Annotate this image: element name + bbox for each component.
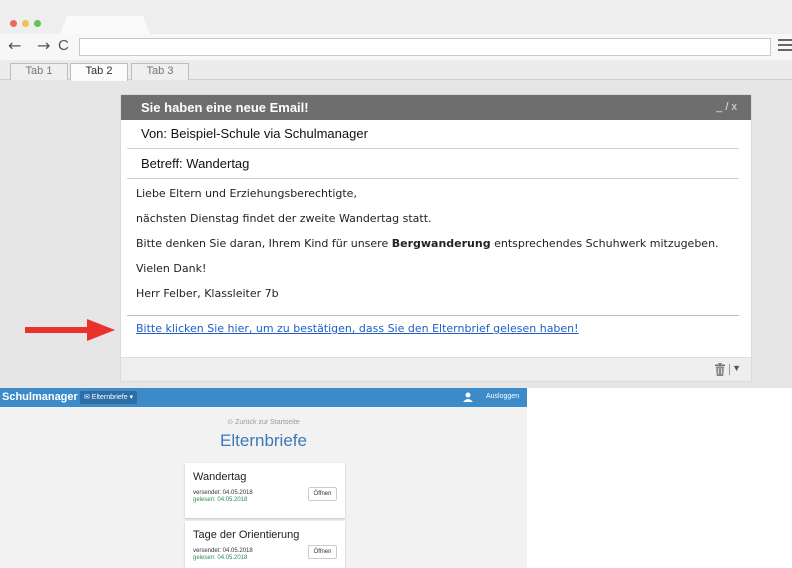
window-buttons	[10, 20, 41, 27]
hamburger-menu-icon[interactable]	[778, 39, 792, 54]
email-subject: Betreff: Wandertag	[127, 150, 739, 179]
email-line-2: Bitte denken Sie daran, Ihrem Kind für u…	[136, 231, 741, 256]
forward-button[interactable]: →	[37, 37, 50, 55]
letter-sent-date: versendet: 04.05.2018	[193, 490, 253, 496]
email-popup: Sie haben eine neue Email! _ / x Von: Be…	[121, 95, 751, 381]
minimize-window-button[interactable]	[22, 20, 29, 27]
email-greeting: Liebe Eltern und Erziehungsberechtigte,	[136, 187, 357, 200]
elternbriefe-menu[interactable]: ✉ Elternbriefe ▾	[80, 391, 138, 404]
letter-read-date: gelesen: 04.05.2018	[193, 497, 248, 503]
open-letter-button[interactable]: Öffnen	[308, 545, 337, 559]
schulmanager-page: Schulmanager ✉ Elternbriefe ▾ Ausloggen …	[0, 388, 527, 568]
elternbriefe-title: Elternbriefe	[220, 431, 307, 450]
screenshot-root: ← → C Tab 1 Tab 2 Tab 3 Sie haben eine n…	[0, 0, 792, 568]
open-letter-button[interactable]: Öffnen	[308, 487, 337, 501]
red-arrow-icon	[25, 319, 115, 341]
email-popup-footer: ▼	[121, 357, 751, 381]
email-popup-header: Sie haben eine neue Email! _ / x	[121, 95, 751, 120]
title-bar	[0, 0, 792, 34]
letter-title: Tage der Orientierung	[193, 529, 300, 541]
tab-2[interactable]: Tab 2	[70, 63, 128, 81]
footer-separator	[729, 364, 730, 375]
letter-read-date: gelesen: 04.05.2018	[193, 555, 248, 561]
back-button[interactable]: ←	[8, 37, 21, 55]
tab-3[interactable]: Tab 3	[131, 63, 189, 80]
email-line-2-end: entsprechendes Schuhwerk mitzugeben.	[490, 237, 719, 250]
email-from: Von: Beispiel-Schule via Schulmanager	[127, 120, 739, 149]
confirm-read-link[interactable]: Bitte klicken Sie hier, um zu bestätigen…	[136, 322, 579, 335]
letter-sent-date: versendet: 04.05.2018	[193, 548, 253, 554]
letter-title: Wandertag	[193, 471, 247, 483]
email-line-1: nächsten Dienstag findet der zweite Wand…	[136, 212, 432, 225]
email-signature: Herr Felber, Klassleiter 7b	[136, 287, 279, 300]
email-line-2-start: Bitte denken Sie daran, Ihrem Kind für u…	[136, 237, 392, 250]
tab-strip: Tab 1 Tab 2 Tab 3	[0, 60, 792, 81]
user-icon[interactable]	[463, 392, 473, 402]
browser-window: ← → C Tab 1 Tab 2 Tab 3 Sie haben eine n…	[0, 0, 792, 388]
chevron-down-icon[interactable]: ▼	[732, 363, 741, 373]
email-thanks: Vielen Dank!	[136, 262, 207, 275]
letter-card: Tage der Orientierung versendet: 04.05.2…	[185, 521, 345, 568]
email-divider	[127, 315, 739, 316]
schulmanager-logo[interactable]: Schulmanager	[2, 391, 78, 403]
tab-1[interactable]: Tab 1	[10, 63, 68, 80]
email-popup-title: Sie haben eine neue Email!	[141, 100, 309, 115]
logout-link[interactable]: Ausloggen	[486, 393, 519, 400]
email-line-2-bold: Bergwanderung	[391, 237, 491, 250]
letter-card: Wandertag versendet: 04.05.2018 gelesen:…	[185, 463, 345, 518]
maximize-window-button[interactable]	[34, 20, 41, 27]
popup-window-controls[interactable]: _ / x	[716, 101, 737, 113]
back-to-start-link[interactable]: ⊙ Zurück zur Startseite	[0, 418, 527, 426]
browser-tab[interactable]	[60, 16, 150, 34]
close-window-button[interactable]	[10, 20, 17, 27]
address-bar[interactable]	[79, 38, 771, 56]
email-body: Liebe Eltern und Erziehungsberechtigte, …	[136, 181, 741, 306]
trash-icon[interactable]	[715, 363, 725, 376]
schulmanager-navbar: Schulmanager ✉ Elternbriefe ▾ Ausloggen	[0, 388, 527, 407]
reload-button[interactable]: C	[58, 37, 69, 55]
navigation-bar: ← → C	[0, 34, 792, 60]
